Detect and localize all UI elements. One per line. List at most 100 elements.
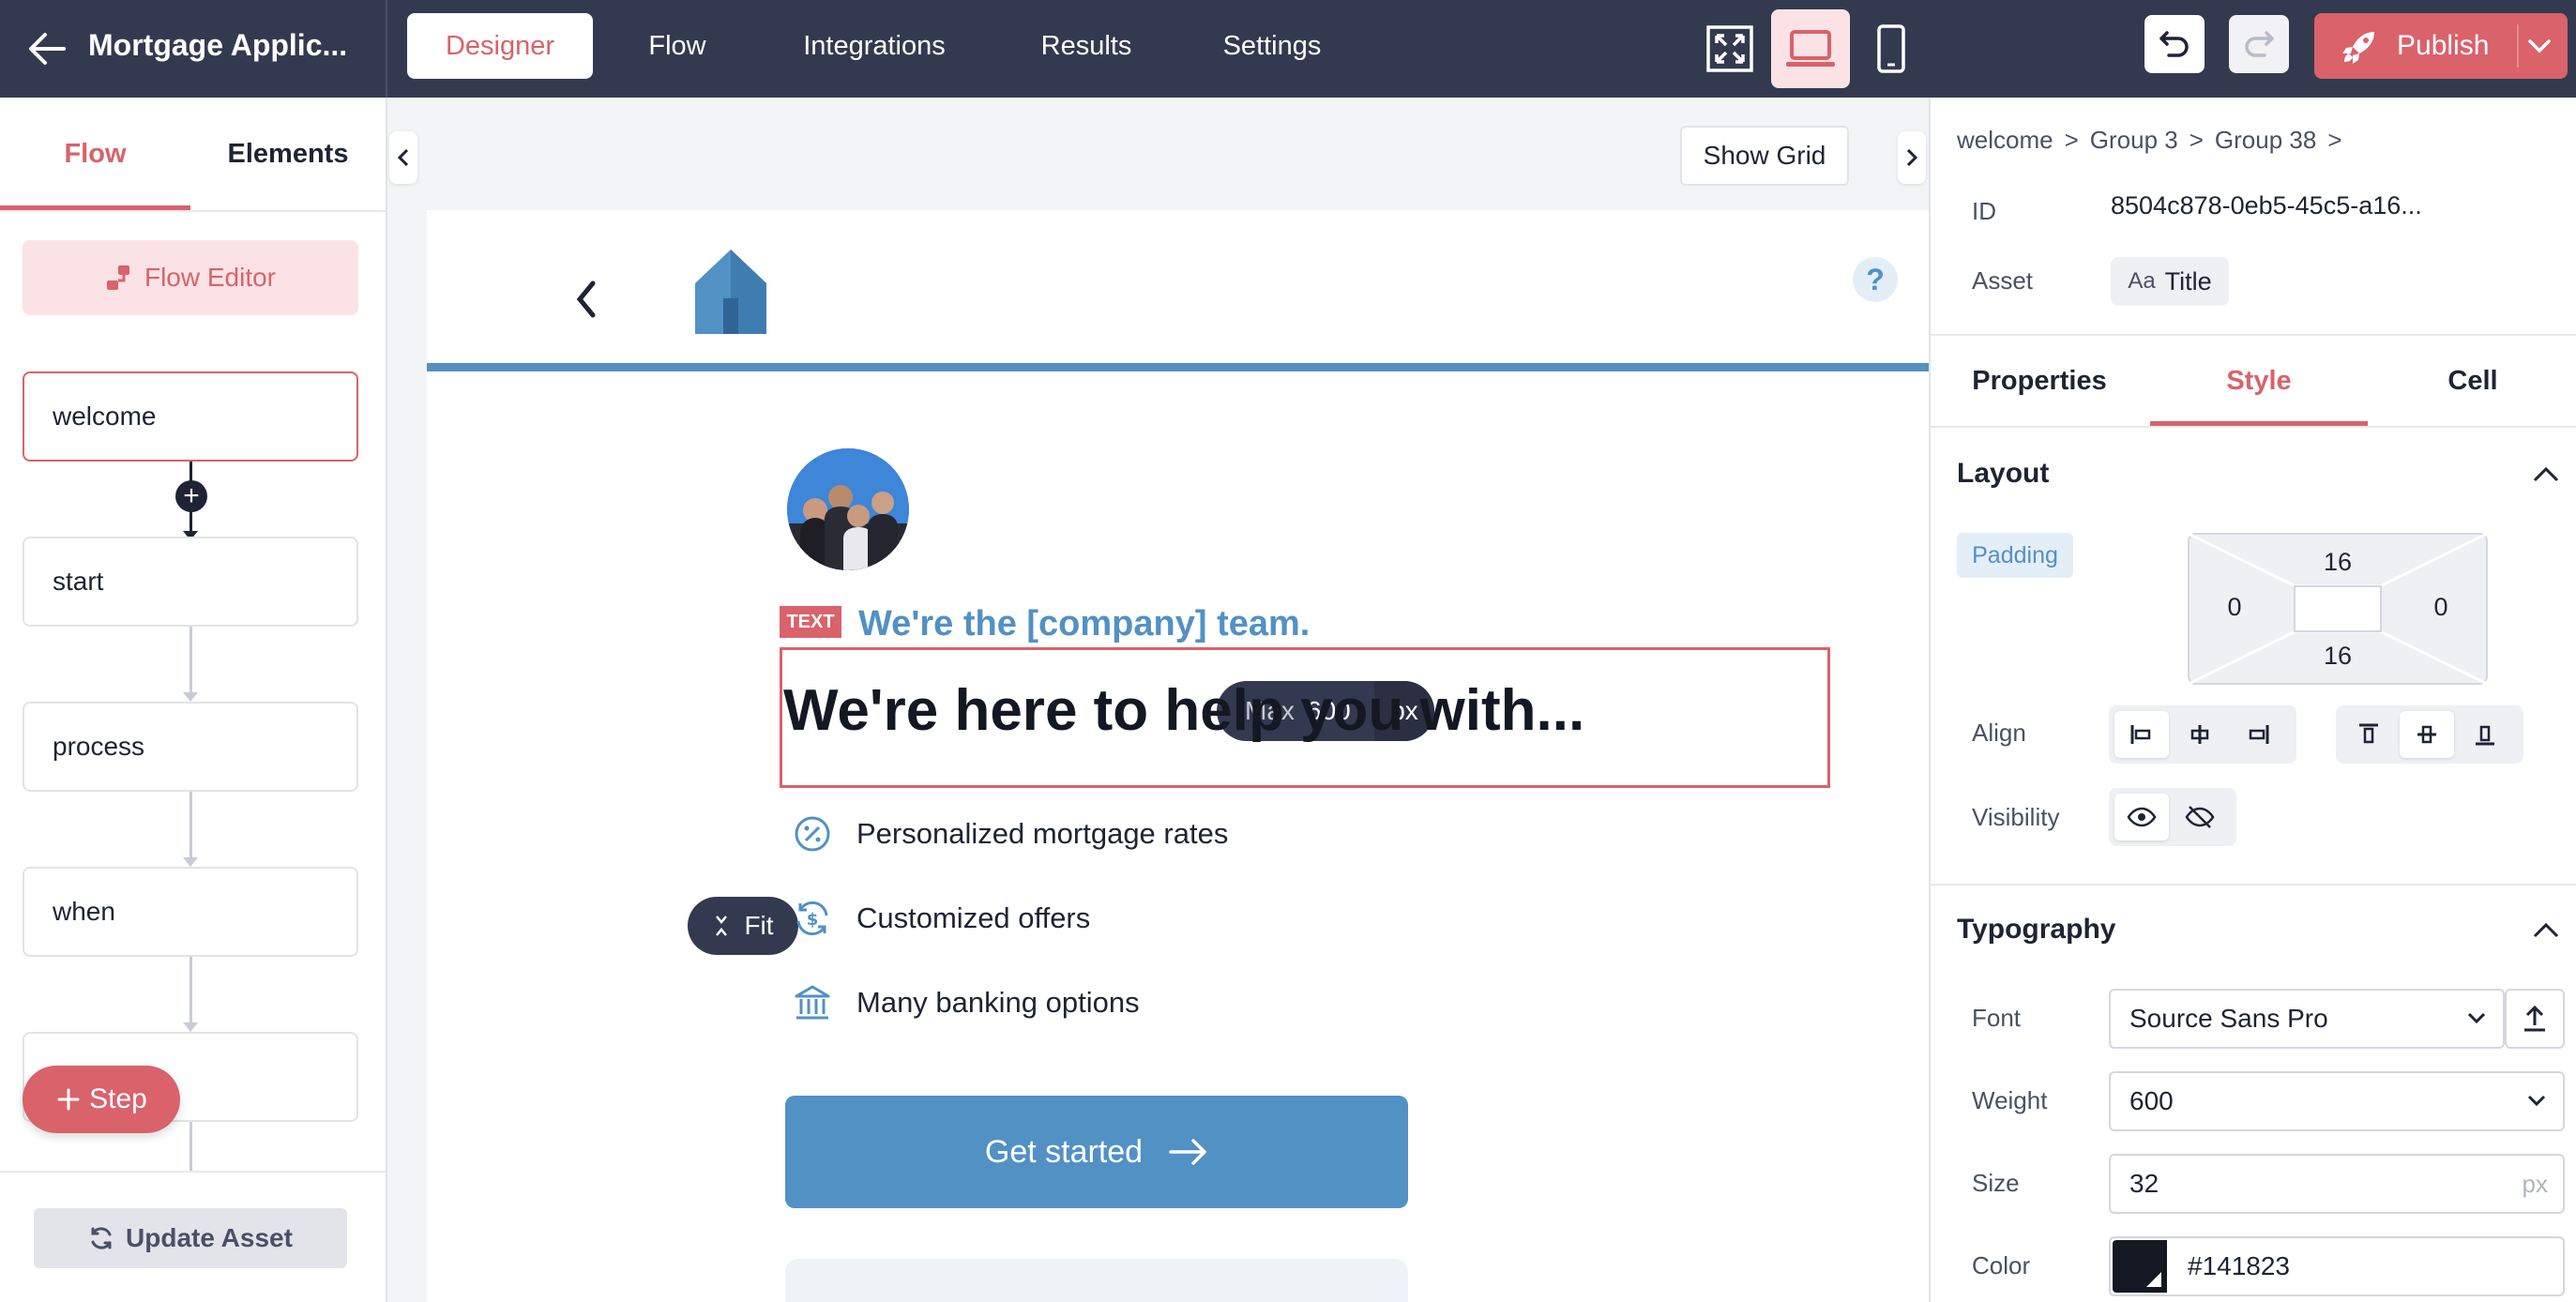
feature-item: $ Customized offers: [793, 899, 1090, 938]
breadcrumb-sep: >: [2327, 126, 2342, 154]
align-left-icon: [2130, 725, 2151, 744]
font-select[interactable]: Source Sans Pro: [2109, 989, 2505, 1049]
update-asset-button[interactable]: Update Asset: [34, 1208, 347, 1268]
upload-icon: [2524, 1005, 2545, 1032]
font-label: Font: [1972, 1004, 2022, 1032]
update-asset-label: Update Asset: [126, 1223, 293, 1252]
padding-chip[interactable]: Padding: [1957, 533, 2073, 578]
flow-editor-label: Flow Editor: [144, 263, 277, 292]
tab-settings[interactable]: Settings: [1210, 13, 1334, 79]
size-input[interactable]: 32 px: [2109, 1154, 2565, 1214]
back-button[interactable]: [21, 24, 73, 73]
color-label: Color: [1972, 1251, 2031, 1279]
flow-editor-button[interactable]: Flow Editor: [23, 240, 358, 315]
typography-section-title[interactable]: Typography: [1957, 914, 2115, 946]
chevron-right-icon: [1906, 148, 1918, 167]
tab-results[interactable]: Results: [1030, 13, 1143, 79]
step-when[interactable]: when: [23, 867, 358, 957]
chevron-up-icon[interactable]: [2531, 463, 2561, 486]
text-type-icon: Aa: [2128, 268, 2156, 294]
visibility-label: Visibility: [1972, 803, 2060, 831]
breadcrumb-item[interactable]: welcome: [1957, 126, 2053, 154]
tab-flow[interactable]: Flow: [630, 13, 724, 79]
chevron-up-icon[interactable]: [2531, 919, 2561, 942]
step-start[interactable]: start: [23, 537, 358, 627]
get-started-button[interactable]: Get started: [785, 1096, 1408, 1208]
step-welcome[interactable]: welcome: [23, 371, 358, 462]
team-photo-avatar: [787, 448, 909, 570]
connector-line: [189, 627, 192, 698]
percent-icon: [793, 814, 832, 854]
align-middle-button[interactable]: [2400, 711, 2454, 758]
chevron-down-icon: [2467, 1012, 2486, 1024]
align-right-icon: [2249, 725, 2269, 744]
undo-button[interactable]: [2144, 15, 2205, 73]
weight-select[interactable]: 600: [2109, 1071, 2565, 1131]
align-bottom-button[interactable]: [2458, 711, 2512, 758]
collapse-right-button[interactable]: [1898, 131, 1926, 184]
padding-top-value[interactable]: 16: [2310, 548, 2366, 577]
padding-left-value[interactable]: 0: [2206, 593, 2263, 622]
padding-right-value[interactable]: 0: [2413, 593, 2469, 622]
collapse-left-button[interactable]: [389, 131, 417, 184]
tab-properties[interactable]: Properties: [1931, 336, 2148, 426]
align-label: Align: [1972, 719, 2026, 747]
breadcrumb: welcome > Group 3 > Group 38 >: [1957, 126, 2354, 155]
publish-button[interactable]: Publish: [2314, 13, 2568, 79]
help-icon[interactable]: ?: [1853, 257, 1898, 302]
layout-section-title[interactable]: Layout: [1957, 458, 2049, 490]
tab-cell[interactable]: Cell: [2370, 336, 2576, 426]
color-input[interactable]: #141823: [2109, 1236, 2565, 1296]
publish-label: Publish: [2397, 30, 2490, 61]
visible-button[interactable]: [2114, 794, 2169, 840]
upload-font-button[interactable]: [2505, 989, 2565, 1049]
subtitle-text[interactable]: We're the [company] team.: [858, 604, 1310, 644]
fullscreen-view-button[interactable]: [1690, 9, 1769, 88]
tab-style[interactable]: Style: [2150, 336, 2368, 426]
fit-button[interactable]: Fit: [688, 897, 798, 955]
tab-designer[interactable]: Designer: [407, 13, 593, 79]
align-center-button[interactable]: [2173, 711, 2227, 758]
align-top-button[interactable]: [2341, 711, 2396, 758]
add-step-button[interactable]: Step: [23, 1066, 180, 1133]
align-left-button[interactable]: [2114, 711, 2169, 758]
app-title: Mortgage Applic...: [88, 28, 348, 62]
font-value: Source Sans Pro: [2129, 1004, 2328, 1033]
feature-label: Customized offers: [856, 901, 1091, 934]
heading-text[interactable]: We're here to help you with...: [783, 674, 1584, 749]
align-right-button[interactable]: [2231, 711, 2285, 758]
hidden-button[interactable]: [2173, 794, 2227, 840]
id-label: ID: [1972, 197, 1996, 225]
tab-flow-panel[interactable]: Flow: [0, 98, 190, 210]
connector-line: [189, 957, 192, 1028]
divider: [1931, 426, 2576, 428]
add-step-node-icon[interactable]: +: [175, 480, 207, 512]
padding-bottom-value[interactable]: 16: [2310, 642, 2366, 671]
chevron-left-icon[interactable]: [572, 278, 600, 321]
color-swatch[interactable]: [2113, 1240, 2167, 1293]
show-grid-button[interactable]: Show Grid: [1680, 126, 1849, 186]
redo-button[interactable]: [2229, 15, 2289, 73]
arrow-down-icon: [183, 692, 198, 702]
top-bar: Mortgage Applic... Designer Flow Integra…: [0, 0, 2576, 98]
svg-text:$: $: [807, 910, 819, 930]
id-value: 8504c878-0eb5-45c5-a16...: [2111, 191, 2422, 220]
tab-elements-panel[interactable]: Elements: [190, 98, 386, 210]
mobile-view-button[interactable]: [1852, 9, 1931, 88]
text-element-tag: TEXT: [780, 606, 841, 638]
connector-line: [189, 1122, 192, 1171]
laptop-view-button[interactable]: [1771, 9, 1850, 88]
step-process[interactable]: process: [23, 702, 358, 792]
rocket-icon: [2342, 32, 2374, 64]
next-card[interactable]: [785, 1259, 1408, 1302]
tab-integrations[interactable]: Integrations: [784, 13, 964, 79]
asset-chip[interactable]: Aa Title: [2111, 257, 2229, 306]
chevron-down-icon[interactable]: [2523, 32, 2556, 60]
arrow-down-icon: [183, 857, 198, 867]
size-unit: px: [2522, 1170, 2548, 1198]
breadcrumb-item[interactable]: Group 38: [2215, 126, 2316, 154]
breadcrumb-item[interactable]: Group 3: [2090, 126, 2178, 154]
divider: [386, 0, 387, 98]
refresh-icon: [91, 1227, 112, 1249]
color-value: #141823: [2188, 1251, 2291, 1280]
